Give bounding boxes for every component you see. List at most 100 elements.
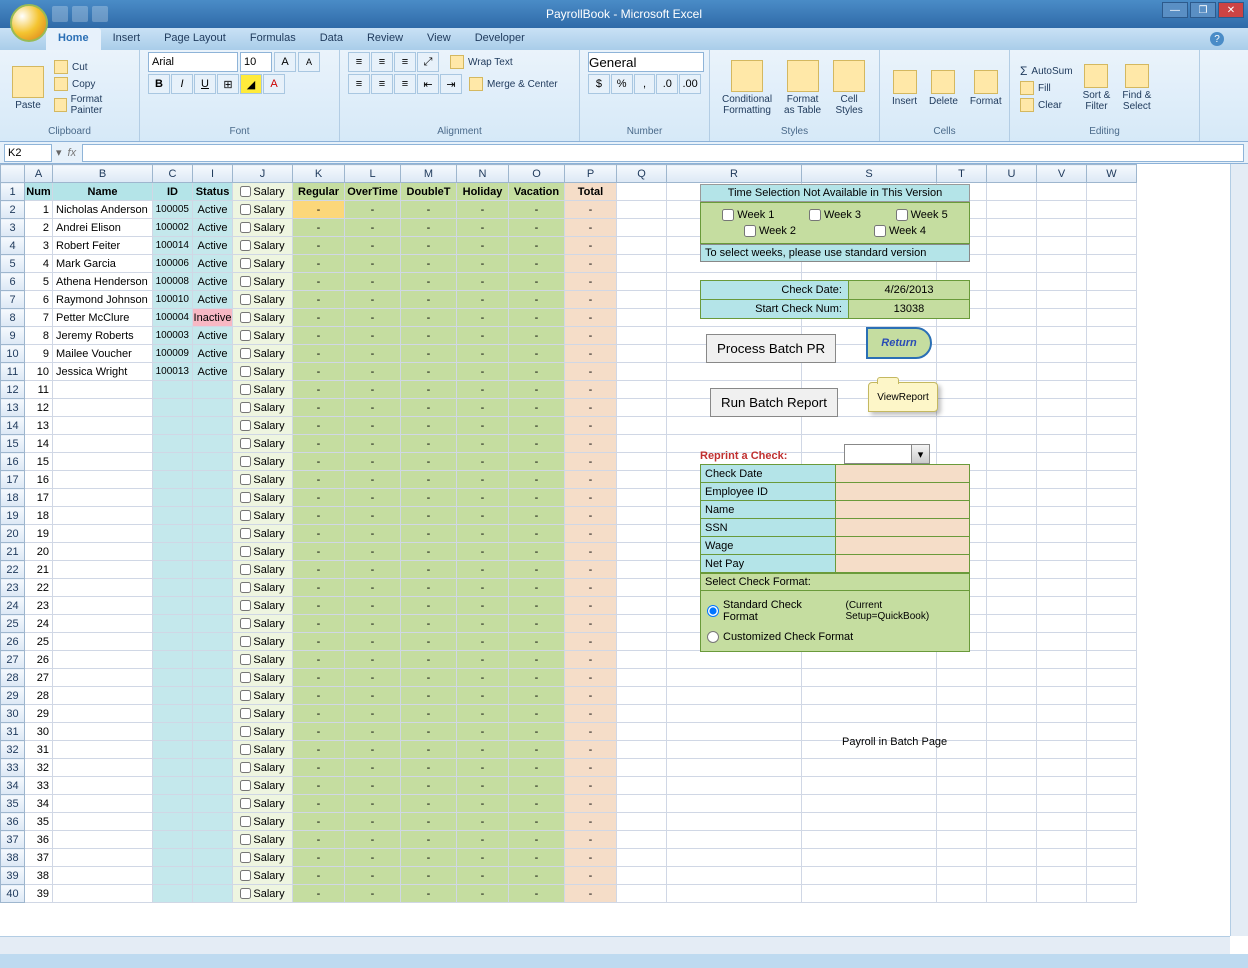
week2-checkbox[interactable]: Week 2: [744, 225, 796, 237]
tab-page-layout[interactable]: Page Layout: [152, 28, 238, 50]
font-name-input[interactable]: [148, 52, 238, 72]
wrap-text-button[interactable]: Wrap Text: [448, 52, 515, 72]
col-header-P[interactable]: P: [565, 165, 617, 183]
format-as-table-button[interactable]: Format as Table: [780, 58, 825, 118]
tab-review[interactable]: Review: [355, 28, 415, 50]
table-row[interactable]: 3635Salary------: [1, 813, 1137, 831]
name-box[interactable]: K2: [4, 144, 52, 162]
table-row[interactable]: 109Mailee Voucher100009ActiveSalary-----…: [1, 345, 1137, 363]
maximize-button[interactable]: ❐: [1190, 2, 1216, 18]
format-cells-button[interactable]: Format: [966, 68, 1006, 109]
increase-decimal-button[interactable]: .0: [656, 74, 678, 94]
decrease-decimal-button[interactable]: .00: [679, 74, 701, 94]
col-header-L[interactable]: L: [345, 165, 401, 183]
table-row[interactable]: 3433Salary------: [1, 777, 1137, 795]
reprint-dropdown[interactable]: ▾: [844, 444, 930, 464]
conditional-formatting-button[interactable]: Conditional Formatting: [718, 58, 776, 118]
fx-icon[interactable]: fx: [62, 147, 83, 159]
col-header-J[interactable]: J: [233, 165, 293, 183]
table-row[interactable]: 1110Jessica Wright100013ActiveSalary----…: [1, 363, 1137, 381]
week3-checkbox[interactable]: Week 3: [809, 209, 861, 221]
orientation-button[interactable]: ⤢: [417, 52, 439, 72]
table-row[interactable]: 3938Salary------: [1, 867, 1137, 885]
col-header-U[interactable]: U: [987, 165, 1037, 183]
col-header-T[interactable]: T: [937, 165, 987, 183]
table-row[interactable]: 2726Salary------: [1, 651, 1137, 669]
align-bottom-button[interactable]: ≡: [394, 52, 416, 72]
view-report-button[interactable]: ViewReport: [868, 382, 938, 412]
col-header-B[interactable]: B: [53, 165, 153, 183]
help-icon[interactable]: ?: [1210, 32, 1224, 46]
sort-filter-button[interactable]: Sort & Filter: [1079, 62, 1115, 114]
find-select-button[interactable]: Find & Select: [1118, 62, 1155, 114]
autosum-button[interactable]: ΣAutoSum: [1018, 63, 1075, 79]
return-button[interactable]: Return: [866, 327, 932, 359]
worksheet[interactable]: ABCIJKLMNOPQRSTUVW1NumNameIDStatusSalary…: [0, 164, 1248, 954]
tab-developer[interactable]: Developer: [463, 28, 537, 50]
underline-button[interactable]: U: [194, 74, 216, 94]
cell-styles-button[interactable]: Cell Styles: [829, 58, 869, 118]
reprint-field-value[interactable]: [835, 519, 970, 537]
table-row[interactable]: 3837Salary------: [1, 849, 1137, 867]
align-right-button[interactable]: ≡: [394, 74, 416, 94]
col-header-M[interactable]: M: [401, 165, 457, 183]
col-header-O[interactable]: O: [509, 165, 565, 183]
tab-formulas[interactable]: Formulas: [238, 28, 308, 50]
col-header-R[interactable]: R: [667, 165, 802, 183]
table-row[interactable]: 4039Salary------: [1, 885, 1137, 903]
table-row[interactable]: 1312Salary------: [1, 399, 1137, 417]
font-size-input[interactable]: [240, 52, 272, 72]
indent-inc-button[interactable]: ⇥: [440, 74, 462, 94]
close-button[interactable]: ✕: [1218, 2, 1244, 18]
col-header-W[interactable]: W: [1087, 165, 1137, 183]
check-date-value[interactable]: 4/26/2013: [848, 281, 969, 300]
vertical-scrollbar[interactable]: [1230, 164, 1248, 936]
comma-button[interactable]: ,: [634, 74, 656, 94]
qat-undo-icon[interactable]: [72, 6, 88, 22]
row-header[interactable]: 1: [1, 183, 25, 201]
tab-home[interactable]: Home: [46, 28, 101, 50]
copy-button[interactable]: Copy: [52, 76, 131, 92]
align-left-button[interactable]: ≡: [348, 74, 370, 94]
table-row[interactable]: 1211Salary------: [1, 381, 1137, 399]
tab-view[interactable]: View: [415, 28, 463, 50]
week5-checkbox[interactable]: Week 5: [896, 209, 948, 221]
table-row[interactable]: 2827Salary------: [1, 669, 1137, 687]
standard-format-radio[interactable]: Standard Check Format (Current Setup=Qui…: [707, 595, 963, 627]
table-row[interactable]: 3231Salary------: [1, 741, 1137, 759]
table-row[interactable]: 3736Salary------: [1, 831, 1137, 849]
shrink-font-button[interactable]: A: [298, 52, 320, 72]
col-header-A[interactable]: A: [25, 165, 53, 183]
reprint-field-value[interactable]: [835, 555, 970, 573]
table-row[interactable]: 98Jeremy Roberts100003ActiveSalary------: [1, 327, 1137, 345]
week4-checkbox[interactable]: Week 4: [874, 225, 926, 237]
percent-button[interactable]: %: [611, 74, 633, 94]
delete-cells-button[interactable]: Delete: [925, 68, 962, 109]
number-format-select[interactable]: [588, 52, 704, 72]
reprint-field-value[interactable]: [835, 537, 970, 555]
fill-color-button[interactable]: ◢: [240, 74, 262, 94]
table-row[interactable]: 1413Salary------: [1, 417, 1137, 435]
align-top-button[interactable]: ≡: [348, 52, 370, 72]
start-check-num-value[interactable]: 13038: [848, 300, 969, 319]
qat-redo-icon[interactable]: [92, 6, 108, 22]
run-batch-report-button[interactable]: Run Batch Report: [710, 388, 838, 417]
table-row[interactable]: 3332Salary------: [1, 759, 1137, 777]
week1-checkbox[interactable]: Week 1: [722, 209, 774, 221]
italic-button[interactable]: I: [171, 74, 193, 94]
currency-button[interactable]: $: [588, 74, 610, 94]
cut-button[interactable]: Cut: [52, 59, 131, 75]
paste-button[interactable]: Paste: [8, 64, 48, 113]
align-center-button[interactable]: ≡: [371, 74, 393, 94]
col-header-Q[interactable]: Q: [617, 165, 667, 183]
office-button[interactable]: [10, 4, 48, 42]
col-header-S[interactable]: S: [802, 165, 937, 183]
format-painter-button[interactable]: Format Painter: [52, 93, 131, 117]
col-header-K[interactable]: K: [293, 165, 345, 183]
custom-format-radio[interactable]: Customized Check Format: [707, 627, 963, 647]
indent-dec-button[interactable]: ⇤: [417, 74, 439, 94]
col-header-N[interactable]: N: [457, 165, 509, 183]
col-header-C[interactable]: C: [153, 165, 193, 183]
align-middle-button[interactable]: ≡: [371, 52, 393, 72]
fill-button[interactable]: Fill: [1018, 80, 1075, 96]
